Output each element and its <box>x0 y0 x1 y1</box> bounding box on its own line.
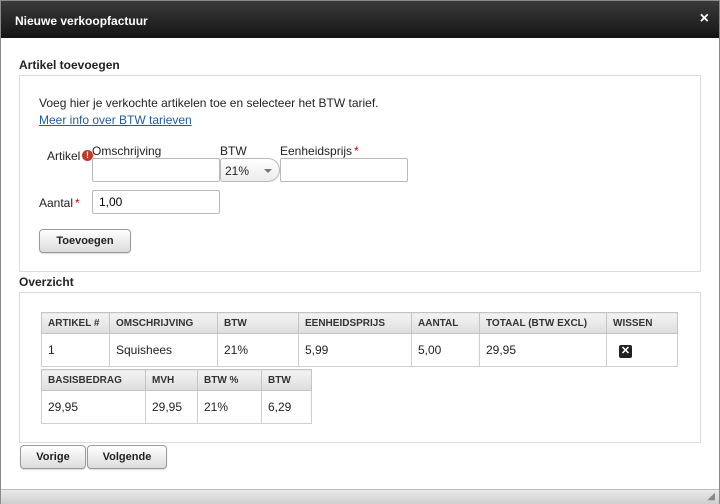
cell-btw-percent: 21% <box>197 390 262 424</box>
overview-title: Overzicht <box>19 275 74 289</box>
btw-label: BTW <box>220 144 247 158</box>
col-header-base-amount: BASISBEDRAG <box>41 369 146 391</box>
quantity-label-text: Aantal <box>39 196 74 210</box>
col-header-unit-price: EENHEIDSPRIJS <box>298 312 412 334</box>
cell-unit-price: 5,99 <box>298 333 412 367</box>
col-header-btw: BTW <box>217 312 299 334</box>
dialog-footer: ◢ <box>1 489 719 504</box>
chevron-down-icon <box>264 169 272 173</box>
description-label: Omschrijving <box>92 144 162 158</box>
description-input[interactable] <box>92 158 220 182</box>
delete-icon[interactable]: ✕ <box>619 344 632 358</box>
resize-grip-icon[interactable]: ◢ <box>707 491 715 502</box>
cell-article-number: 1 <box>41 333 110 367</box>
items-table: ARTIKEL # OMSCHRIJVING BTW EENHEIDSPRIJS… <box>41 312 678 367</box>
vat-info-link[interactable]: Meer info over BTW tarieven <box>39 113 192 127</box>
add-button[interactable]: Toevoegen <box>39 229 131 253</box>
col-header-article: ARTIKEL # <box>41 312 110 334</box>
col-header-quantity: AANTAL <box>411 312 480 334</box>
dialog-titlebar[interactable]: Nieuwe verkoopfactuur × <box>1 1 719 38</box>
totals-header-row: BASISBEDRAG MVH BTW % BTW <box>41 369 312 391</box>
col-header-total: TOTAAL (BTW EXCL) <box>479 312 607 334</box>
col-header-delete: WISSEN <box>606 312 678 334</box>
article-label: Artikel <box>47 149 81 163</box>
cell-quantity: 5,00 <box>411 333 480 367</box>
intro-text: Voeg hier je verkochte artikelen toe en … <box>39 96 379 110</box>
items-header-row: ARTIKEL # OMSCHRIJVING BTW EENHEIDSPRIJS… <box>41 312 678 334</box>
col-header-btw-amount: BTW <box>261 369 312 391</box>
cell-description: Squishees <box>109 333 218 367</box>
cell-base-amount: 29,95 <box>41 390 146 424</box>
close-icon[interactable]: × <box>700 10 709 28</box>
col-header-description: OMSCHRIJVING <box>109 312 218 334</box>
dialog-title: Nieuwe verkoopfactuur <box>15 14 148 28</box>
quantity-input[interactable] <box>92 190 220 214</box>
overview-panel: ARTIKEL # OMSCHRIJVING BTW EENHEIDSPRIJS… <box>19 292 701 443</box>
unit-price-input[interactable] <box>280 158 408 182</box>
unit-price-label: Eenheidsprijs * <box>280 144 359 158</box>
unit-price-label-text: Eenheidsprijs <box>280 144 353 158</box>
col-header-mvh: MVH <box>145 369 198 391</box>
col-header-btw-percent: BTW % <box>197 369 262 391</box>
btw-selected-value: 21% <box>225 164 250 178</box>
totals-table: BASISBEDRAG MVH BTW % BTW 29,95 29,95 21… <box>41 369 312 424</box>
table-row: 29,95 29,95 21% 6,29 <box>41 390 312 424</box>
cell-btw-amount: 6,29 <box>261 390 312 424</box>
required-marker: * <box>354 144 359 158</box>
cell-total: 29,95 <box>479 333 607 367</box>
cell-btw: 21% <box>217 333 299 367</box>
add-article-panel: Voeg hier je verkochte artikelen toe en … <box>19 75 701 272</box>
cell-mvh: 29,95 <box>145 390 198 424</box>
required-marker: * <box>75 196 80 210</box>
table-row: 1 Squishees 21% 5,99 5,00 29,95 ✕ <box>41 333 678 367</box>
cell-delete: ✕ <box>606 333 678 367</box>
invoice-dialog: Nieuwe verkoopfactuur × Artikel toevoege… <box>0 0 720 504</box>
quantity-label: Aantal * <box>39 196 80 210</box>
previous-button[interactable]: Vorige <box>20 445 86 469</box>
btw-select[interactable]: 21% <box>220 158 280 182</box>
next-button[interactable]: Volgende <box>87 445 167 469</box>
add-article-title: Artikel toevoegen <box>19 58 120 72</box>
